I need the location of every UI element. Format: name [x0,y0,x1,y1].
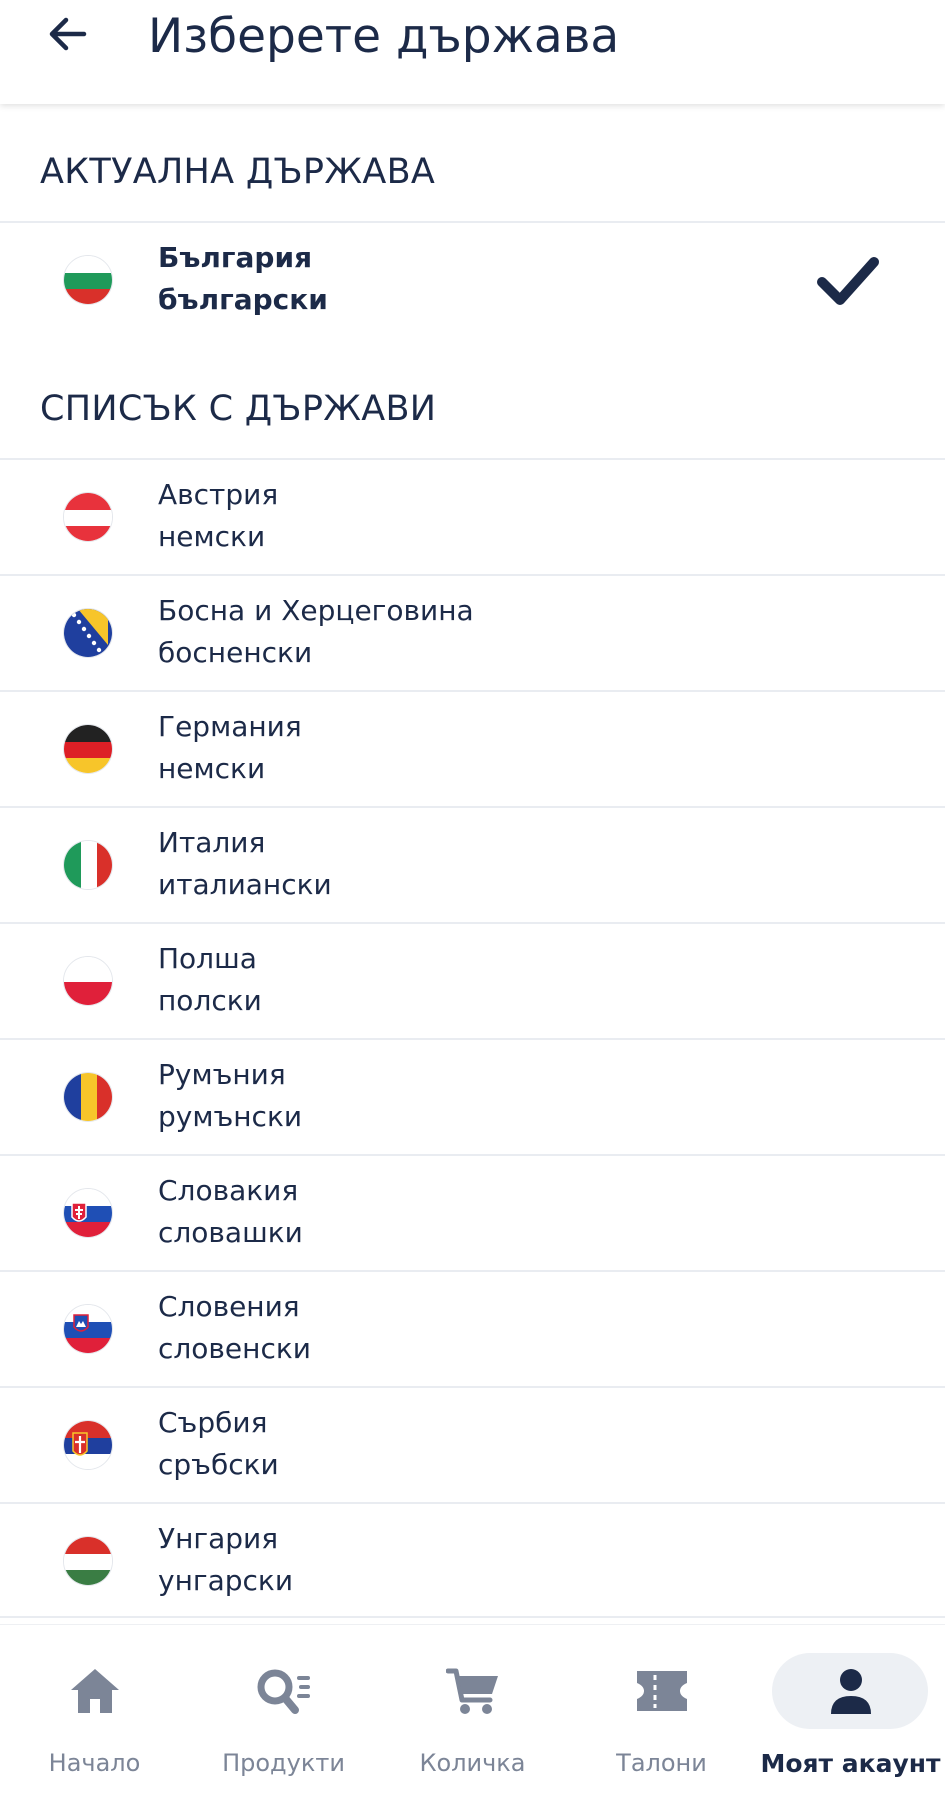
nav-cart[interactable]: Количка [378,1625,567,1812]
country-name: Сърбия [158,1406,268,1439]
flag-poland-icon [63,956,113,1006]
app-header: Изберете държава [0,0,945,104]
current-country-row[interactable]: България български [0,221,945,337]
page-title: Изберете държава [148,9,620,64]
flag-italy-icon [63,840,113,890]
country-name: Италия [158,826,266,859]
current-country-heading: АКТУАЛНА ДЪРЖАВА [40,152,436,192]
flag-bosnia-icon [63,608,113,658]
country-row-poland[interactable]: Полша полски [0,922,945,1038]
country-language: полски [158,984,262,1017]
country-row-serbia[interactable]: Сърбия сръбски [0,1386,945,1502]
nav-label-cart: Количка [419,1749,526,1777]
flag-romania-icon [63,1072,113,1122]
country-language: словенски [158,1332,311,1365]
nav-products[interactable]: Продукти [189,1625,378,1812]
arrow-left-icon [49,17,87,51]
country-row-austria[interactable]: Австрия немски [0,458,945,574]
country-row-italy[interactable]: Италия италиански [0,806,945,922]
country-name: Словакия [158,1174,299,1207]
country-name: Германия [158,710,302,743]
nav-label-home: Начало [48,1749,141,1777]
country-language: немски [158,752,266,785]
checkmark-icon [817,257,879,305]
user-icon [830,1669,871,1714]
country-language: румънски [158,1100,303,1133]
country-language: босненски [158,636,313,669]
country-row-slovakia[interactable]: Словакия словашки [0,1154,945,1270]
flag-austria-icon [63,492,113,542]
nav-label-coupons: Талони [616,1749,707,1777]
back-button[interactable] [36,2,100,66]
flag-slovenia-icon [63,1304,113,1354]
nav-label-my-account: Моят акаунт [760,1749,941,1778]
country-language: словашки [158,1216,303,1249]
country-row-hungary[interactable]: Унгария унгарски [0,1502,945,1618]
country-language: сръбски [158,1448,279,1481]
product-search-icon [257,1669,310,1714]
flag-bulgaria-icon [63,255,113,305]
country-name: Словения [158,1290,300,1323]
nav-home[interactable]: Начало [0,1625,189,1812]
country-list-heading: СПИСЪК С ДЪРЖАВИ [40,389,437,429]
country-name: България [158,241,313,274]
country-name: Румъния [158,1058,286,1091]
country-name: Унгария [158,1522,279,1555]
coupon-icon [636,1671,687,1711]
cart-icon [445,1668,498,1714]
country-row-romania[interactable]: Румъния румънски [0,1038,945,1154]
home-icon [70,1669,119,1713]
country-language: немски [158,520,266,553]
nav-my-account[interactable]: Моят акаунт [756,1625,945,1812]
nav-label-products: Продукти [222,1749,345,1777]
country-name: Полша [158,942,257,975]
flag-germany-icon [63,724,113,774]
country-language: унгарски [158,1564,294,1597]
country-row-bosnia[interactable]: Босна и Херцеговина босненски [0,574,945,690]
country-row-slovenia[interactable]: Словения словенски [0,1270,945,1386]
flag-hungary-icon [63,1536,113,1586]
country-row-germany[interactable]: Германия немски [0,690,945,806]
country-language: български [158,283,328,316]
country-name: Босна и Херцеговина [158,594,474,627]
bottom-navigation: Начало Продукти Количка Талони Моят акау… [0,1624,945,1812]
nav-coupons[interactable]: Талони [567,1625,756,1812]
country-name: Австрия [158,478,279,511]
country-language: италиански [158,868,332,901]
flag-serbia-icon [63,1420,113,1470]
flag-slovakia-icon [63,1188,113,1238]
